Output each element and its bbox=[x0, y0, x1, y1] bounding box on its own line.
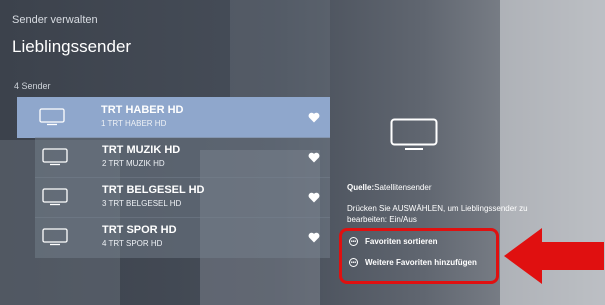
channel-name: TRT MUZIK HD bbox=[102, 144, 181, 156]
options-icon: ••• bbox=[349, 258, 358, 267]
options-icon: ••• bbox=[349, 237, 358, 246]
tv-icon bbox=[42, 228, 68, 246]
tv-icon bbox=[42, 188, 68, 206]
tv-icon bbox=[42, 148, 68, 166]
source-info: Quelle:Satellitensender bbox=[347, 183, 432, 192]
channel-number: 2 TRT MUZIK HD bbox=[102, 159, 165, 168]
source-value: Satellitensender bbox=[374, 183, 432, 192]
channel-row-trt-belgesel[interactable]: TRT BELGESEL HD 3 TRT BELGESEL HD bbox=[35, 177, 330, 218]
channel-number: 1 TRT HABER HD bbox=[101, 119, 167, 128]
annotation-arrow-icon bbox=[500, 226, 605, 286]
channel-number: 3 TRT BELGESEL HD bbox=[102, 199, 182, 208]
option-label: Favoriten sortieren bbox=[365, 237, 438, 246]
channel-name: TRT BELGESEL HD bbox=[102, 184, 205, 196]
channel-name: TRT SPOR HD bbox=[102, 224, 177, 236]
tv-preview-icon bbox=[390, 118, 438, 152]
heart-icon bbox=[308, 192, 320, 203]
channel-row-trt-spor[interactable]: TRT SPOR HD 4 TRT SPOR HD bbox=[35, 217, 330, 258]
source-label: Quelle: bbox=[347, 183, 375, 192]
breadcrumb: Sender verwalten bbox=[12, 14, 98, 26]
heart-icon bbox=[308, 232, 320, 243]
page-title: Lieblingssender bbox=[12, 37, 132, 56]
channel-name: TRT HABER HD bbox=[101, 104, 184, 116]
channel-number: 4 TRT SPOR HD bbox=[102, 239, 163, 248]
help-text: Drücken Sie AUSWÄHLEN, um Lieblingssende… bbox=[347, 204, 528, 224]
add-favorites-option[interactable]: ••• Weitere Favoriten hinzufügen bbox=[349, 258, 477, 267]
option-label: Weitere Favoriten hinzufügen bbox=[365, 258, 477, 267]
background-blur bbox=[230, 0, 330, 100]
heart-icon bbox=[308, 152, 320, 163]
channel-count: 4 Sender bbox=[14, 81, 51, 91]
channel-row-trt-muzik[interactable]: TRT MUZIK HD 2 TRT MUZIK HD bbox=[35, 137, 330, 178]
tv-icon bbox=[39, 108, 65, 126]
heart-icon bbox=[308, 112, 320, 123]
channel-row-trt-haber[interactable]: TRT HABER HD 1 TRT HABER HD bbox=[17, 97, 330, 138]
sort-favorites-option[interactable]: ••• Favoriten sortieren bbox=[349, 237, 437, 246]
